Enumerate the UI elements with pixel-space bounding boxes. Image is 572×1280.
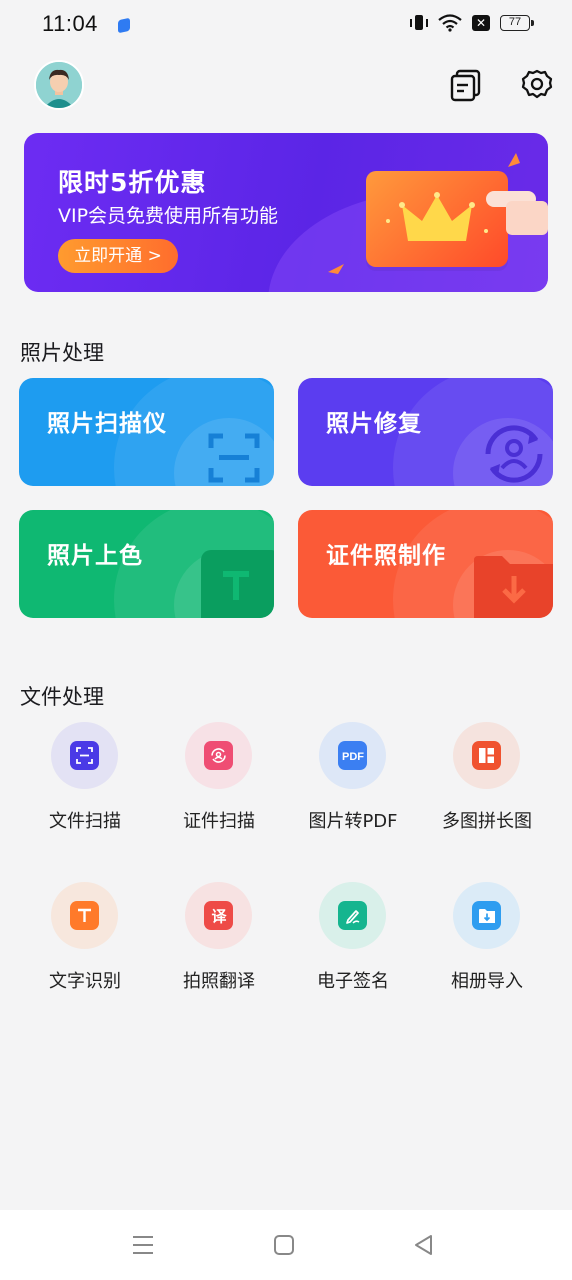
back-icon[interactable]	[411, 1232, 437, 1258]
tool-label: 相册导入	[451, 971, 523, 992]
svg-text:译: 译	[211, 907, 227, 925]
vip-promo-banner[interactable]: 限时5折优惠 VIP会员免费使用所有功能 立即开通 >	[24, 133, 548, 292]
collage-icon	[479, 748, 494, 763]
battery-icon: 77	[500, 15, 534, 31]
home-icon[interactable]	[271, 1232, 297, 1258]
banner-title: 限时5折优惠	[58, 168, 207, 197]
tool-label: 拍照翻译	[183, 971, 255, 992]
tool-label: 图片转PDF	[308, 811, 398, 832]
folder-download-icon	[474, 556, 553, 618]
tool-document-scan[interactable]: 文件扫描	[25, 722, 145, 852]
svg-text:PDF: PDF	[342, 751, 364, 763]
document-scan-icon	[76, 747, 93, 764]
tile-label: 照片上色	[47, 543, 143, 569]
app-notification-icon	[118, 17, 130, 34]
tile-label: 照片扫描仪	[47, 411, 167, 437]
user-avatar[interactable]	[34, 60, 84, 110]
hand-illustration	[486, 191, 548, 235]
wifi-icon	[438, 14, 462, 32]
file-section-title: 文件处理	[20, 685, 104, 709]
tile-photo-colorize[interactable]: 照片上色	[19, 510, 274, 618]
photo-section-title: 照片处理	[20, 341, 104, 365]
tile-label: 证件照制作	[326, 543, 446, 569]
signature-icon	[345, 909, 359, 924]
tile-photo-restore[interactable]: 照片修复	[298, 378, 553, 486]
pdf-icon: PDF	[342, 751, 364, 763]
tool-e-signature[interactable]: 电子签名	[293, 882, 413, 1012]
status-bar: 11:04 ✕ 77	[0, 0, 572, 52]
no-sim-icon: ✕	[472, 15, 490, 31]
tool-label: 文字识别	[49, 971, 121, 992]
album-import-icon	[478, 908, 495, 923]
tool-long-image[interactable]: 多图拼长图	[427, 722, 547, 852]
tool-text-recognition[interactable]: 文字识别	[25, 882, 145, 1012]
banner-subtitle: VIP会员免费使用所有功能	[58, 205, 279, 227]
tool-label: 文件扫描	[49, 811, 121, 832]
tool-album-import[interactable]: 相册导入	[427, 882, 547, 1012]
tile-photo-scanner[interactable]: 照片扫描仪	[19, 378, 274, 486]
text-t-icon	[201, 550, 274, 618]
id-scan-icon	[211, 748, 226, 763]
documents-icon[interactable]	[449, 68, 483, 102]
status-icons: ✕ 77	[410, 13, 534, 33]
tool-label: 多图拼长图	[442, 811, 532, 832]
tile-label: 照片修复	[326, 411, 422, 437]
tile-id-photo[interactable]: 证件照制作	[298, 510, 553, 618]
tool-label: 证件扫描	[183, 811, 255, 832]
avatar-icon	[36, 62, 82, 108]
vibrate-icon	[410, 13, 428, 33]
decor-shape	[508, 153, 520, 167]
tool-id-scan[interactable]: 证件扫描	[159, 722, 279, 852]
tool-image-to-pdf[interactable]: PDF 图片转PDF	[293, 722, 413, 852]
scan-icon	[208, 433, 260, 483]
text-recognition-icon	[78, 908, 91, 922]
tool-label: 电子签名	[317, 971, 389, 992]
tool-photo-translate[interactable]: 译 拍照翻译	[159, 882, 279, 1012]
gear-icon[interactable]	[520, 68, 554, 102]
decor-shape	[328, 264, 344, 274]
portrait-restore-icon	[485, 425, 543, 483]
translate-icon: 译	[211, 907, 227, 925]
menu-icon[interactable]	[130, 1232, 156, 1258]
activate-vip-button[interactable]: 立即开通 >	[58, 239, 178, 273]
status-time: 11:04	[42, 11, 98, 36]
system-nav-bar	[0, 1210, 572, 1280]
